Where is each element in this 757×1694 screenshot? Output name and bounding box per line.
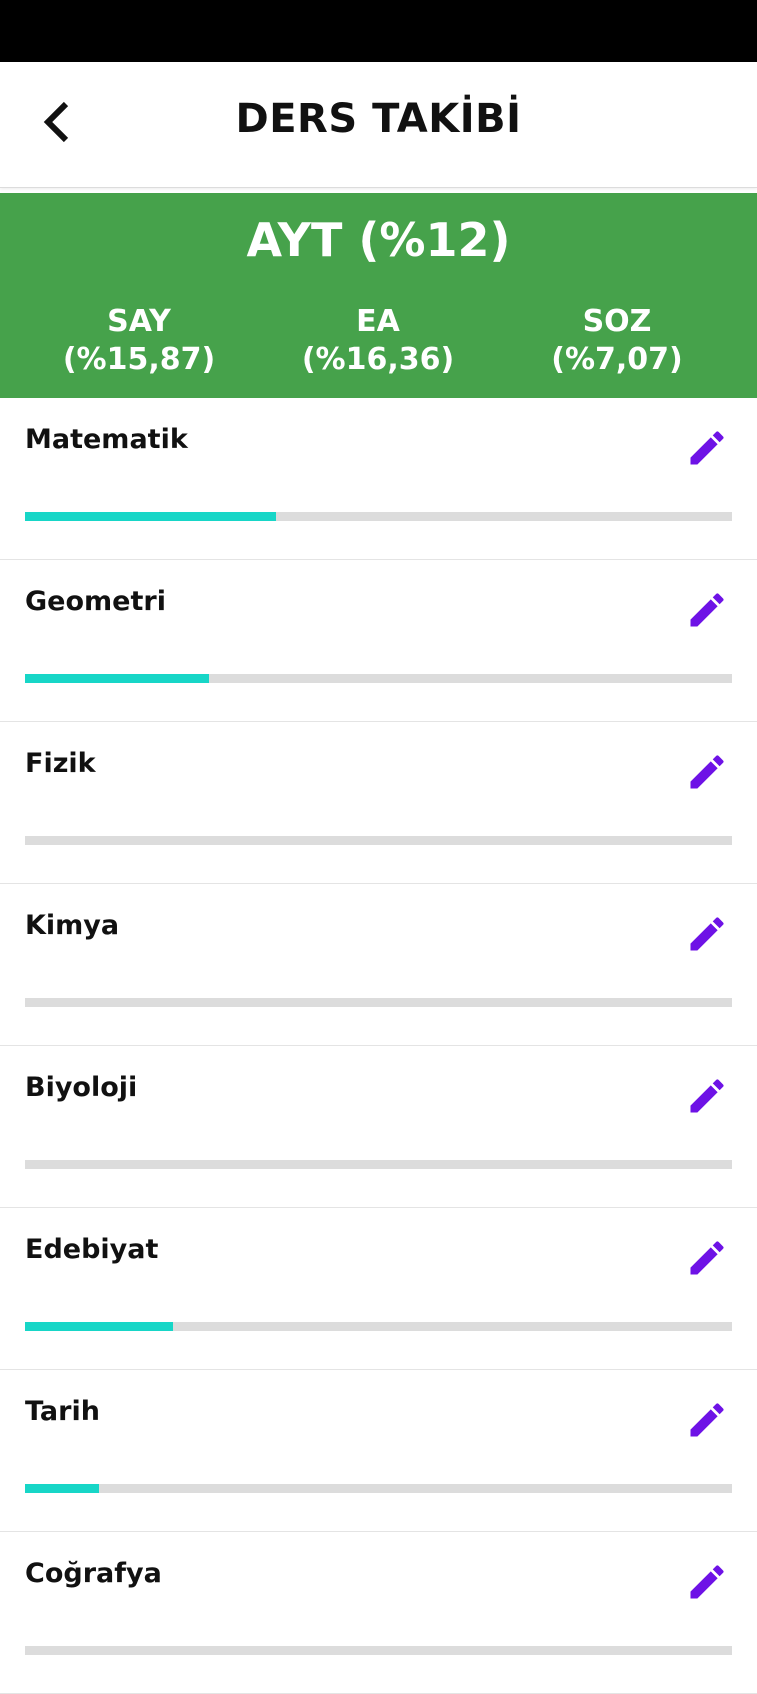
score-ea: EA (%16,36)	[258, 303, 498, 379]
pencil-icon[interactable]	[685, 1560, 729, 1604]
subject-card-kimya[interactable]: Kimya	[0, 884, 757, 1046]
score-say: SAY (%15,87)	[19, 303, 259, 379]
app-bar: DERS TAKİBİ	[0, 62, 757, 188]
pencil-icon[interactable]	[685, 588, 729, 632]
progress-bar	[25, 1484, 732, 1493]
subject-name: Coğrafya	[25, 1558, 162, 1589]
score-label: EA	[356, 304, 400, 339]
score-label: SAY	[107, 304, 171, 339]
subject-name: Fizik	[25, 748, 96, 779]
progress-bar	[25, 674, 732, 683]
score-value: (%15,87)	[62, 342, 216, 377]
subject-card-biyoloji[interactable]: Biyoloji	[0, 1046, 757, 1208]
subject-card-matematik[interactable]: Matematik	[0, 398, 757, 560]
progress-bar	[25, 512, 732, 521]
subject-card-cografya[interactable]: Coğrafya	[0, 1532, 757, 1694]
pencil-icon[interactable]	[685, 750, 729, 794]
subject-list: Matematik Geometri Fizik Kimya Biyoloji …	[0, 398, 757, 1694]
progress-bar	[25, 1646, 732, 1655]
subject-name: Geometri	[25, 586, 166, 617]
progress-bar	[25, 1322, 732, 1331]
score-value: (%7,07)	[551, 342, 683, 377]
pencil-icon[interactable]	[685, 1236, 729, 1280]
subject-name: Tarih	[25, 1396, 100, 1427]
progress-fill	[25, 674, 209, 683]
subject-card-tarih[interactable]: Tarih	[0, 1370, 757, 1532]
score-label: SOZ	[582, 304, 652, 339]
progress-fill	[25, 512, 276, 521]
pencil-icon[interactable]	[685, 912, 729, 956]
progress-fill	[25, 1322, 174, 1331]
exam-title: AYT (%12)	[246, 213, 511, 267]
score-value: (%16,36)	[301, 342, 455, 377]
subject-card-geometri[interactable]: Geometri	[0, 560, 757, 722]
pencil-icon[interactable]	[685, 1398, 729, 1442]
progress-bar	[25, 836, 732, 845]
subject-name: Edebiyat	[25, 1234, 159, 1265]
progress-bar	[25, 1160, 732, 1169]
score-soz: SOZ (%7,07)	[497, 303, 737, 379]
status-bar	[0, 0, 757, 62]
subject-name: Matematik	[25, 424, 188, 455]
subject-name: Biyoloji	[25, 1072, 138, 1103]
exam-summary-header: AYT (%12) SAY (%15,87) EA (%16,36) SOZ (…	[0, 193, 757, 398]
page-title: DERS TAKİBİ	[235, 96, 522, 142]
subject-card-edebiyat[interactable]: Edebiyat	[0, 1208, 757, 1370]
pencil-icon[interactable]	[685, 1074, 729, 1118]
subject-card-fizik[interactable]: Fizik	[0, 722, 757, 884]
progress-bar	[25, 998, 732, 1007]
progress-fill	[25, 1484, 100, 1493]
subject-name: Kimya	[25, 910, 120, 941]
pencil-icon[interactable]	[685, 426, 729, 470]
